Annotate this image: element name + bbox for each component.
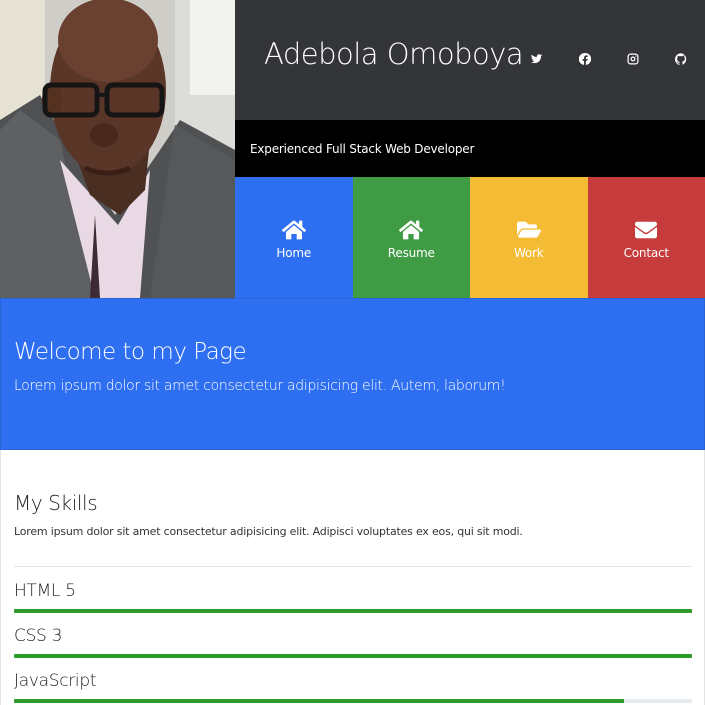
nav-item-home[interactable]: Home xyxy=(235,177,353,298)
facebook-link[interactable] xyxy=(561,47,609,71)
instagram-icon xyxy=(627,53,639,65)
twitter-link[interactable] xyxy=(513,47,561,71)
welcome-text: Lorem ipsum dolor sit amet consectetur a… xyxy=(14,378,506,394)
nav-label-resume: Resume xyxy=(387,246,435,260)
facebook-icon xyxy=(579,53,591,65)
skill-progress-fill xyxy=(14,609,692,613)
envelope-icon xyxy=(635,221,658,239)
site-title: Adebola Omoboya xyxy=(264,37,524,71)
social-links xyxy=(513,47,705,71)
top-section: Adebola Omoboya Experienced Full Stack W… xyxy=(0,0,705,298)
skill-item: CSS 3 xyxy=(14,626,692,658)
site-header: Adebola Omoboya xyxy=(235,0,705,120)
skills-intro: Lorem ipsum dolor sit amet consectetur a… xyxy=(14,525,523,538)
skills-title: My Skills xyxy=(14,491,98,515)
twitter-icon xyxy=(531,54,543,64)
nav-label-work: Work xyxy=(513,246,544,260)
skill-progress-track xyxy=(14,699,692,703)
instagram-link[interactable] xyxy=(609,47,657,71)
skills-section: My Skills Lorem ipsum dolor sit amet con… xyxy=(0,450,705,705)
welcome-banner: Welcome to my Page Lorem ipsum dolor sit… xyxy=(0,298,705,450)
profile-photo-image xyxy=(0,0,235,298)
skills-divider xyxy=(14,566,692,567)
welcome-title: Welcome to my Page xyxy=(14,339,247,365)
skill-name: CSS 3 xyxy=(14,626,63,646)
nav-item-work[interactable]: Work xyxy=(470,177,588,298)
main-nav: Home Resume Work Contact xyxy=(235,177,705,298)
nav-item-contact[interactable]: Contact xyxy=(587,177,705,298)
skill-name: JavaScript xyxy=(14,671,97,691)
nav-label-home: Home xyxy=(276,246,312,260)
skill-progress-track xyxy=(14,654,692,658)
tagline-bar: Experienced Full Stack Web Developer xyxy=(235,120,705,177)
nav-label-contact: Contact xyxy=(623,246,669,260)
skill-progress-fill xyxy=(14,699,625,703)
skill-progress-fill xyxy=(14,654,692,658)
skill-name: HTML 5 xyxy=(14,581,76,601)
github-link[interactable] xyxy=(657,47,705,71)
home-icon xyxy=(281,220,306,240)
github-icon xyxy=(675,53,687,65)
profile-photo xyxy=(0,0,235,298)
skill-item: HTML 5 xyxy=(14,581,692,613)
home-icon xyxy=(399,220,424,240)
skill-progress-track xyxy=(14,609,692,613)
folder-open-icon xyxy=(516,221,541,238)
tagline: Experienced Full Stack Web Developer xyxy=(250,141,475,156)
skill-item: JavaScript xyxy=(14,671,692,703)
nav-item-resume[interactable]: Resume xyxy=(352,177,470,298)
